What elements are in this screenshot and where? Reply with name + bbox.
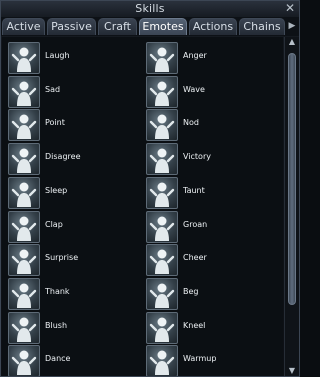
wave-emote-icon[interactable]: [146, 75, 178, 108]
emote-label: Warmup: [183, 354, 217, 364]
emote-item-surprise[interactable]: Surprise: [4, 243, 144, 277]
emote-label: Wave: [183, 84, 205, 94]
tab-passive[interactable]: Passive: [47, 18, 96, 35]
tab-bar: Active Passive Craft Emotes Actions Chai…: [1, 17, 299, 36]
tab-chains[interactable]: Chains: [239, 18, 285, 35]
kneel-emote-icon[interactable]: [146, 311, 178, 344]
emote-item-beg[interactable]: Beg: [142, 277, 282, 311]
beg-emote-icon[interactable]: [146, 277, 178, 310]
groan-emote-icon[interactable]: [146, 210, 178, 243]
close-icon[interactable]: ✕: [284, 2, 296, 14]
emote-label: Clap: [45, 219, 63, 229]
taunt-emote-icon[interactable]: [146, 176, 178, 209]
emote-item-dance[interactable]: Dance: [4, 344, 144, 376]
emote-label: Blush: [45, 320, 68, 330]
scrollbar[interactable]: ▲ ▼: [284, 37, 299, 376]
emote-label: Victory: [183, 152, 211, 162]
emote-item-blush[interactable]: Blush: [4, 311, 144, 345]
tab-actions[interactable]: Actions: [189, 18, 237, 35]
emote-label: Beg: [183, 286, 199, 296]
scroll-down-icon[interactable]: ▼: [286, 366, 298, 376]
scroll-up-icon[interactable]: ▲: [286, 37, 298, 47]
tab-active[interactable]: Active: [2, 18, 45, 35]
tab-craft[interactable]: Craft: [98, 18, 137, 35]
emote-list: Laugh Anger Sad Wave Point Nod Disagree Victory…: [2, 37, 283, 376]
warmup-emote-icon[interactable]: [146, 345, 178, 376]
emote-label: Sleep: [45, 185, 68, 195]
sad-emote-icon[interactable]: [8, 75, 40, 108]
emote-label: Anger: [183, 51, 207, 60]
emote-item-anger[interactable]: Anger: [142, 41, 282, 75]
emote-label: Dance: [45, 354, 71, 364]
scroll-thumb[interactable]: [288, 53, 296, 305]
dance-emote-icon[interactable]: [8, 345, 40, 376]
title-bar[interactable]: Skills ✕: [1, 1, 299, 18]
disagree-emote-icon[interactable]: [8, 143, 40, 176]
emote-label: Nod: [183, 118, 199, 128]
emote-label: Laugh: [45, 51, 70, 60]
emote-item-groan[interactable]: Groan: [142, 210, 282, 244]
emote-label: Sad: [45, 84, 61, 94]
emote-item-laugh[interactable]: Laugh: [4, 41, 144, 75]
emote-label: Cheer: [183, 253, 207, 263]
window-title: Skills: [135, 2, 165, 15]
thank-emote-icon[interactable]: [8, 277, 40, 310]
emote-item-sleep[interactable]: Sleep: [4, 176, 144, 210]
emote-label: Thank: [45, 286, 70, 296]
skills-window: Skills ✕ Active Passive Craft Emotes Act…: [0, 0, 300, 377]
emote-label: Surprise: [45, 253, 79, 263]
tab-emotes[interactable]: Emotes: [139, 18, 187, 35]
surprise-emote-icon[interactable]: [8, 244, 40, 277]
point-emote-icon[interactable]: [8, 109, 40, 142]
emote-label: Kneel: [183, 320, 206, 330]
emote-label: Point: [45, 118, 65, 128]
laugh-emote-icon[interactable]: [8, 42, 40, 74]
blush-emote-icon[interactable]: [8, 311, 40, 344]
emote-item-victory[interactable]: Victory: [142, 142, 282, 176]
emote-item-thank[interactable]: Thank: [4, 277, 144, 311]
tab-scroll-right-icon[interactable]: ▶: [287, 19, 297, 33]
emote-item-wave[interactable]: Wave: [142, 75, 282, 109]
emote-item-kneel[interactable]: Kneel: [142, 311, 282, 345]
emote-item-cheer[interactable]: Cheer: [142, 243, 282, 277]
emote-item-taunt[interactable]: Taunt: [142, 176, 282, 210]
emote-label: Disagree: [45, 152, 81, 162]
emote-item-point[interactable]: Point: [4, 108, 144, 142]
emote-label: Groan: [183, 219, 208, 229]
clap-emote-icon[interactable]: [8, 210, 40, 243]
cheer-emote-icon[interactable]: [146, 244, 178, 277]
victory-emote-icon[interactable]: [146, 143, 178, 176]
emote-item-clap[interactable]: Clap: [4, 210, 144, 244]
emote-item-warmup[interactable]: Warmup: [142, 344, 282, 376]
nod-emote-icon[interactable]: [146, 109, 178, 142]
emote-item-sad[interactable]: Sad: [4, 75, 144, 109]
sleep-emote-icon[interactable]: [8, 176, 40, 209]
anger-emote-icon[interactable]: [146, 42, 178, 74]
emote-label: Taunt: [183, 185, 205, 195]
emote-item-disagree[interactable]: Disagree: [4, 142, 144, 176]
emote-item-nod[interactable]: Nod: [142, 108, 282, 142]
